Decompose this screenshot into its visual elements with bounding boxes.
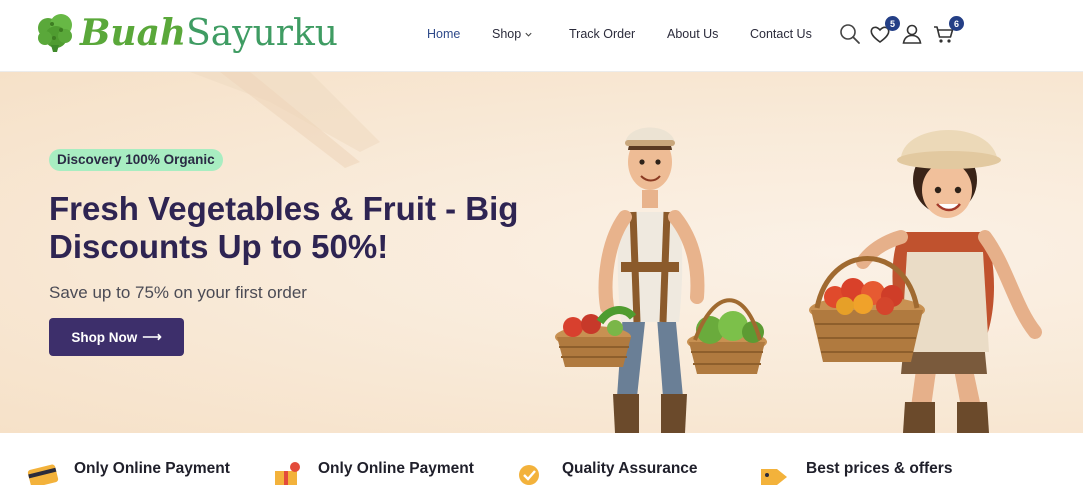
nav-track-order[interactable]: Track Order: [569, 26, 635, 42]
feature-title: Quality Assurance: [562, 460, 698, 477]
user-icon: [902, 24, 922, 44]
gift-icon: [275, 462, 300, 485]
feature-title: Only Online Payment: [318, 460, 474, 477]
account-button[interactable]: [900, 22, 924, 46]
hero-banner: Discovery 100% Organic Fresh Vegetables …: [0, 72, 1083, 433]
price-tag-icon: [761, 469, 787, 485]
hero-subheadline: Save up to 75% on your first order: [49, 283, 307, 302]
hero-tagline: Discovery 100% Organic: [49, 149, 223, 171]
cart-button[interactable]: 6: [932, 16, 964, 46]
credit-card-icon: [27, 464, 59, 485]
cart-count-badge: 6: [949, 16, 964, 31]
feature-title: Only Online Payment: [74, 460, 230, 477]
nav-home[interactable]: Home: [427, 26, 460, 42]
shop-now-label: Shop Now: [71, 329, 138, 345]
nav-about-us[interactable]: About Us: [667, 26, 718, 42]
feature-title: Best prices & offers: [806, 460, 953, 477]
arrow-right-icon: ⟶: [142, 329, 162, 344]
farmer-woman: [809, 129, 1042, 433]
brand-name: BuahSayurku: [80, 11, 338, 54]
farmer-man: [555, 127, 767, 433]
chevron-down-icon: [525, 32, 532, 37]
nav-contact-us[interactable]: Contact Us: [750, 26, 812, 42]
nav-shop[interactable]: Shop: [492, 26, 533, 42]
brand-logo[interactable]: BuahSayurku: [34, 8, 338, 58]
site-header: BuahSayurku Home Shop Track Order About …: [0, 0, 1083, 72]
farmers-illustration: [555, 127, 1042, 433]
search-button[interactable]: [838, 22, 862, 46]
quality-badge-icon: [519, 465, 539, 485]
features-strip: Only Online Payment Only Online Payment …: [0, 433, 1083, 485]
wishlist-count-badge: 5: [885, 16, 900, 31]
wishlist-button[interactable]: 5: [868, 16, 900, 46]
broccoli-icon: [38, 14, 72, 52]
shop-now-button[interactable]: Shop Now ⟶: [49, 318, 184, 356]
search-icon: [840, 24, 860, 44]
hero-headline: Fresh Vegetables & Fruit - Big Discounts…: [49, 190, 519, 265]
